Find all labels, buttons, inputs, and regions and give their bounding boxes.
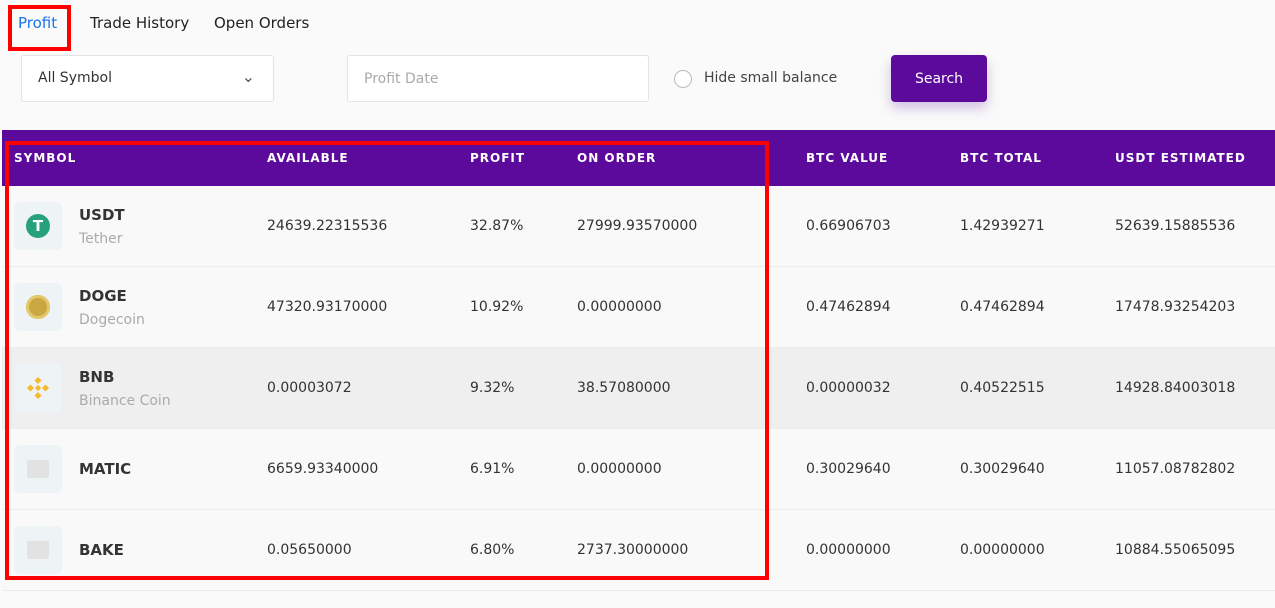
btc-value: 0.66906703: [806, 218, 891, 234]
btc-value: 0.00000000: [806, 542, 891, 558]
btc-total-value: 0.40522515: [960, 380, 1045, 396]
usdt-estimated-value: 10884.55065095: [1115, 542, 1236, 558]
symbol-name: Dogecoin: [79, 312, 145, 328]
available-value: 24639.22315536: [267, 218, 388, 234]
table-header: SYMBOL AVAILABLE PROFIT ON ORDER BTC VAL…: [2, 130, 1275, 186]
table-row[interactable]: DOGE Dogecoin 47320.93170000 10.92% 0.00…: [2, 267, 1275, 348]
placeholder-image-icon: [14, 445, 62, 493]
on-order-value: 0.00000000: [577, 461, 662, 477]
profit-value: 9.32%: [470, 380, 515, 396]
available-value: 0.00003072: [267, 380, 352, 396]
tether-icon: T: [14, 202, 62, 250]
btc-total-value: 0.47462894: [960, 299, 1045, 315]
on-order-value: 2737.30000000: [577, 542, 689, 558]
column-header-on-order: ON ORDER: [577, 151, 657, 165]
symbol-code: BAKE: [79, 541, 124, 559]
tab-bar: Profit Trade History Open Orders: [0, 0, 1275, 50]
symbol-code: MATIC: [79, 460, 132, 478]
table-row[interactable]: MATIC 6659.93340000 6.91% 0.00000000 0.3…: [2, 429, 1275, 510]
column-header-btc-total: BTC TOTAL: [960, 151, 1042, 165]
balance-table: SYMBOL AVAILABLE PROFIT ON ORDER BTC VAL…: [2, 130, 1275, 591]
on-order-value: 0.00000000: [577, 299, 662, 315]
table-row[interactable]: BAKE 0.05650000 6.80% 2737.30000000 0.00…: [2, 510, 1275, 591]
profit-value: 10.92%: [470, 299, 524, 315]
column-header-btc-value: BTC VALUE: [806, 151, 889, 165]
profit-value: 32.87%: [470, 218, 524, 234]
dogecoin-icon: [14, 283, 62, 331]
column-header-symbol: SYMBOL: [14, 151, 77, 165]
symbol-select[interactable]: All Symbol ⌄: [21, 55, 274, 102]
btc-value: 0.30029640: [806, 461, 891, 477]
tab-open-orders[interactable]: Open Orders: [214, 14, 309, 32]
table-row[interactable]: BNB Binance Coin 0.00003072 9.32% 38.570…: [2, 348, 1275, 429]
symbol-select-value: All Symbol: [38, 70, 112, 86]
usdt-estimated-value: 52639.15885536: [1115, 218, 1236, 234]
chevron-down-icon: ⌄: [241, 67, 255, 86]
on-order-value: 27999.93570000: [577, 218, 698, 234]
btc-value: 0.47462894: [806, 299, 891, 315]
hide-small-balance-label: Hide small balance: [704, 70, 838, 86]
search-button[interactable]: Search: [891, 55, 987, 102]
on-order-value: 38.57080000: [577, 380, 671, 396]
symbol-code: USDT: [79, 206, 125, 224]
profit-date-input[interactable]: [347, 55, 649, 102]
profit-value: 6.91%: [470, 461, 515, 477]
column-header-profit: PROFIT: [470, 151, 526, 165]
filter-bar: All Symbol ⌄ Hide small balance Search: [0, 55, 1275, 105]
profit-value: 6.80%: [470, 542, 515, 558]
symbol-code: DOGE: [79, 287, 127, 305]
symbol-code: BNB: [79, 368, 115, 386]
btc-total-value: 0.30029640: [960, 461, 1045, 477]
btc-total-value: 1.42939271: [960, 218, 1045, 234]
symbol-name: Binance Coin: [79, 393, 171, 409]
column-header-usdt-estimated: USDT ESTIMATED: [1115, 151, 1246, 165]
symbol-name: Tether: [79, 231, 123, 247]
usdt-estimated-value: 11057.08782802: [1115, 461, 1236, 477]
usdt-estimated-value: 14928.84003018: [1115, 380, 1236, 396]
table-row[interactable]: T USDT Tether 24639.22315536 32.87% 2799…: [2, 186, 1275, 267]
usdt-estimated-value: 17478.93254203: [1115, 299, 1236, 315]
btc-value: 0.00000032: [806, 380, 891, 396]
btc-total-value: 0.00000000: [960, 542, 1045, 558]
available-value: 47320.93170000: [267, 299, 388, 315]
tab-trade-history[interactable]: Trade History: [90, 14, 189, 32]
column-header-available: AVAILABLE: [267, 151, 349, 165]
available-value: 6659.93340000: [267, 461, 379, 477]
tab-profit[interactable]: Profit: [18, 14, 57, 32]
available-value: 0.05650000: [267, 542, 352, 558]
hide-small-balance-checkbox[interactable]: [674, 70, 692, 88]
placeholder-image-icon: [14, 526, 62, 574]
binance-coin-icon: [14, 364, 62, 412]
